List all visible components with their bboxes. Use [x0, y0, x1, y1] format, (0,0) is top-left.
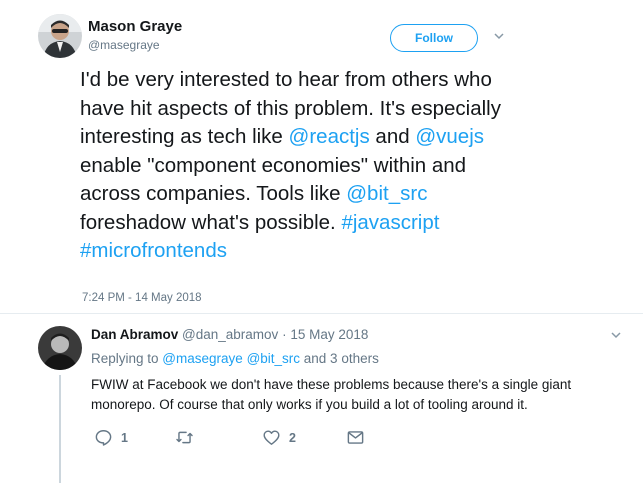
- avatar-dan-abramov[interactable]: [38, 326, 82, 370]
- separator: ·: [278, 327, 291, 342]
- replying-user-bit-src[interactable]: @bit_src: [247, 351, 300, 366]
- replying-suffix[interactable]: and 3 others: [300, 351, 379, 366]
- reply-header: Dan Abramov @dan_abramov · 15 May 2018: [91, 327, 368, 342]
- reply-button[interactable]: 1: [94, 428, 128, 447]
- like-button[interactable]: 2: [262, 428, 296, 447]
- chevron-down-icon[interactable]: [609, 328, 623, 342]
- mention-bit-src[interactable]: @bit_src: [346, 182, 427, 205]
- replying-to: Replying to @masegraye @bit_src and 3 ot…: [91, 351, 379, 366]
- retweet-button[interactable]: [175, 428, 202, 447]
- reply-text: FWIW at Facebook we don't have these pro…: [91, 377, 572, 412]
- tweet-text: I'd be very interested to hear from othe…: [80, 66, 520, 266]
- reply-date[interactable]: 15 May 2018: [290, 327, 368, 342]
- reply-author-name[interactable]: Dan Abramov: [91, 327, 178, 342]
- mention-vuejs[interactable]: @vuejs: [415, 125, 484, 148]
- avatar-mason-graye[interactable]: [38, 14, 82, 58]
- direct-message-button[interactable]: [346, 428, 365, 447]
- divider: [0, 313, 643, 314]
- mention-reactjs[interactable]: @reactjs: [289, 125, 370, 148]
- tweet-text-part: and: [369, 125, 416, 148]
- follow-button[interactable]: Follow: [390, 24, 478, 52]
- tweet-text-part: foreshadow what's possible.: [80, 210, 342, 234]
- hashtag-javascript[interactable]: #javascript: [341, 211, 439, 234]
- hashtag-microfrontends[interactable]: #microfrontends: [80, 239, 227, 262]
- tweet-timestamp[interactable]: 7:24 PM - 14 May 2018: [82, 292, 202, 304]
- reply-icon: [95, 430, 112, 446]
- reply-author-handle[interactable]: @dan_abramov: [182, 327, 278, 342]
- retweet-icon: [176, 431, 193, 444]
- like-count: 2: [289, 430, 296, 445]
- chevron-down-icon[interactable]: [492, 29, 506, 43]
- heart-icon: [263, 430, 280, 445]
- author-name[interactable]: Mason Graye: [88, 18, 182, 35]
- envelope-icon: [347, 431, 364, 444]
- replying-user-masegraye[interactable]: @masegraye: [162, 351, 243, 366]
- reply-count: 1: [121, 430, 128, 445]
- replying-prefix: Replying to: [91, 351, 163, 366]
- thread-line: [59, 375, 61, 483]
- author-handle[interactable]: @masegraye: [88, 38, 160, 52]
